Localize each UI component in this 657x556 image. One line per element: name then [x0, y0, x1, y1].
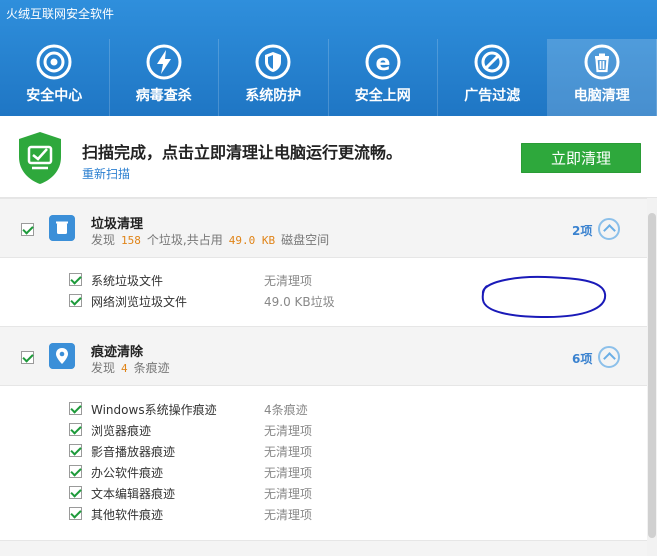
item-checkbox[interactable] — [69, 507, 82, 520]
category-checkbox[interactable] — [21, 351, 34, 364]
summary-size: 49.0 KB — [228, 234, 276, 247]
tab-virus-scan[interactable]: 病毒查杀 — [110, 39, 219, 116]
category-summary: 发现 4 条痕迹 — [91, 359, 170, 376]
scrollbar-thumb[interactable] — [648, 213, 656, 538]
category-checkbox[interactable] — [21, 223, 34, 236]
item-name: 影音播放器痕迹 — [91, 445, 176, 459]
category-traces: 痕迹清除 发现 4 条痕迹 6项 — [0, 326, 647, 386]
list-item: 浏览器痕迹 无清理项 — [0, 419, 647, 440]
collapse-toggle-icon[interactable] — [598, 346, 620, 368]
tab-label: 病毒查杀 — [135, 88, 192, 104]
rescan-link[interactable]: 重新扫描 — [82, 165, 130, 182]
item-name: 浏览器痕迹 — [91, 424, 152, 438]
category-summary: 发现 158 个垃圾,共占用 49.0 KB 磁盘空间 — [91, 231, 329, 248]
item-checkbox[interactable] — [69, 423, 82, 436]
tab-security-center[interactable]: 安全中心 — [0, 39, 110, 116]
list-item: 办公软件痕迹 无清理项 — [0, 461, 647, 482]
trash-bin-icon — [49, 215, 75, 241]
app-title: 火绒互联网安全软件 — [6, 7, 115, 21]
tab-pc-cleanup[interactable]: 电脑清理 — [547, 39, 657, 116]
shield-icon — [255, 44, 291, 80]
clean-now-button[interactable]: 立即清理 — [521, 143, 641, 173]
list-item: 其他软件痕迹 无清理项 — [0, 503, 647, 524]
item-status: 49.0 KB垃圾 — [264, 295, 335, 309]
summary-suffix: 条痕迹 — [133, 361, 170, 375]
item-name: Windows系统操作痕迹 — [91, 403, 217, 417]
summary-count: 4 — [121, 362, 128, 375]
list-item: 文本编辑器痕迹 无清理项 — [0, 482, 647, 503]
trash-icon — [584, 44, 620, 80]
tab-label: 系统防护 — [245, 88, 302, 104]
summary-suffix: 磁盘空间 — [281, 233, 330, 247]
item-name: 其他软件痕迹 — [91, 508, 164, 522]
item-status: 无清理项 — [264, 424, 313, 438]
tab-label: 安全上网 — [354, 88, 411, 104]
scan-complete-message: 扫描完成，点击立即清理让电脑运行更流畅。 — [82, 143, 403, 162]
item-status: 无清理项 — [264, 274, 313, 288]
summary-count: 158 — [121, 234, 141, 247]
svg-text:e: e — [375, 51, 390, 76]
item-status: 4条痕迹 — [264, 403, 308, 417]
item-status: 无清理项 — [264, 445, 313, 459]
category-title: 垃圾清理 — [91, 217, 144, 232]
lightning-icon — [146, 44, 182, 80]
location-pin-icon — [49, 343, 75, 369]
item-name: 系统垃圾文件 — [91, 274, 164, 288]
block-icon — [474, 44, 510, 80]
tab-label: 广告过滤 — [464, 88, 521, 104]
item-status: 无清理项 — [264, 508, 313, 522]
item-checkbox[interactable] — [69, 486, 82, 499]
category-count: 6项 — [572, 352, 593, 366]
shield-check-icon — [19, 132, 61, 184]
browser-e-icon: e — [365, 44, 401, 80]
category-junk: 垃圾清理 发现 158 个垃圾,共占用 49.0 KB 磁盘空间 2项 — [0, 198, 647, 258]
tab-label: 电脑清理 — [573, 88, 630, 104]
item-checkbox[interactable] — [69, 465, 82, 478]
collapse-toggle-icon[interactable] — [598, 218, 620, 240]
item-name: 办公软件痕迹 — [91, 466, 164, 480]
cleanup-list: 垃圾清理 发现 158 个垃圾,共占用 49.0 KB 磁盘空间 2项 系统垃圾文件 无… — [0, 198, 647, 556]
item-status: 无清理项 — [264, 466, 313, 480]
category-title: 痕迹清除 — [91, 345, 144, 360]
tab-label: 安全中心 — [26, 88, 83, 104]
summary-mid: 个垃圾,共占用 — [146, 233, 223, 247]
list-item: 影音播放器痕迹 无清理项 — [0, 440, 647, 461]
item-name: 网络浏览垃圾文件 — [91, 295, 188, 309]
summary-prefix: 发现 — [91, 233, 116, 247]
hand-drawn-circle — [481, 275, 607, 319]
item-checkbox[interactable] — [69, 273, 82, 286]
list-item: Windows系统操作痕迹 4条痕迹 — [0, 398, 647, 419]
vertical-scrollbar[interactable] — [647, 198, 657, 556]
item-checkbox[interactable] — [69, 294, 82, 307]
clean-now-label: 立即清理 — [551, 150, 611, 168]
title-bar: 火绒互联网安全软件 安全中心 病毒查杀 系统防护 e 安全上网 广告过滤 电脑清… — [0, 0, 657, 116]
main-nav: 安全中心 病毒查杀 系统防护 e 安全上网 广告过滤 电脑清理 — [0, 39, 657, 116]
item-status: 无清理项 — [264, 487, 313, 501]
category-count: 2项 — [572, 224, 593, 238]
item-name: 文本编辑器痕迹 — [91, 487, 176, 501]
target-icon — [36, 44, 72, 80]
item-checkbox[interactable] — [69, 444, 82, 457]
tab-safe-browsing[interactable]: e 安全上网 — [329, 39, 438, 116]
tab-system-protection[interactable]: 系统防护 — [219, 39, 329, 116]
item-checkbox[interactable] — [69, 402, 82, 415]
summary-prefix: 发现 — [91, 361, 116, 375]
next-category-header — [0, 540, 647, 556]
tab-ad-filter[interactable]: 广告过滤 — [438, 39, 548, 116]
